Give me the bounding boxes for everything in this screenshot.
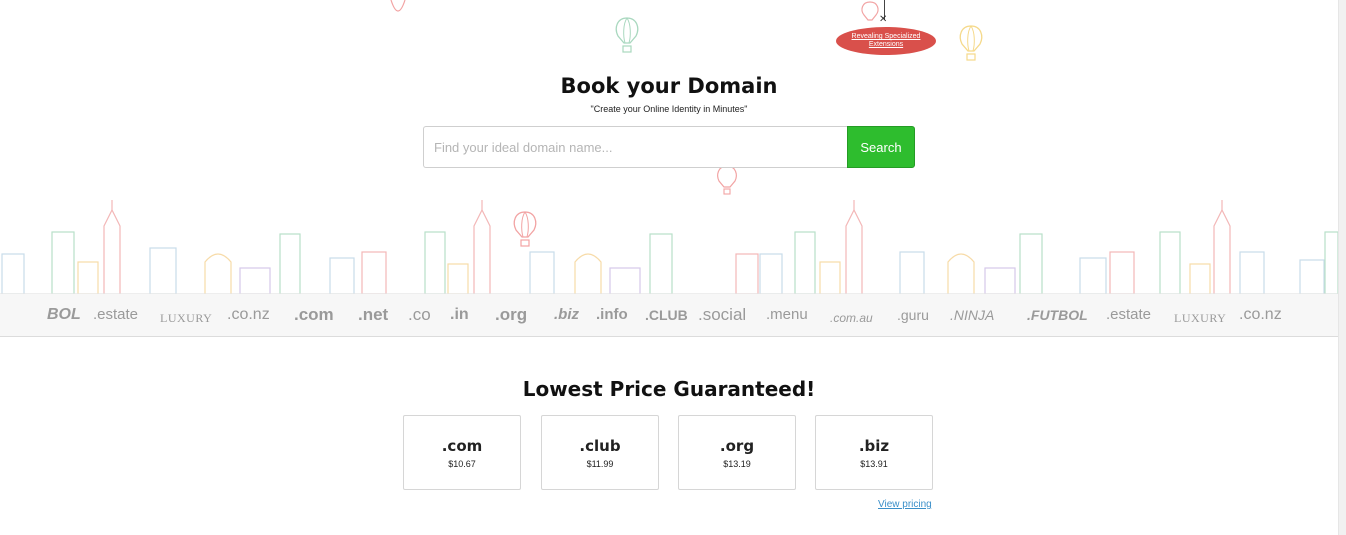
- tld-logo: .NINJA: [950, 307, 995, 323]
- price-card-amount: $13.19: [723, 459, 751, 469]
- domain-search-input[interactable]: [423, 126, 847, 168]
- tld-logo: .estate: [1106, 306, 1152, 323]
- tld-logo-strip: BOL .estate LUXURY .co.nz .com .net .co …: [0, 294, 1338, 337]
- page-title: Book your Domain: [560, 74, 778, 98]
- city-skyline-illustration: [0, 200, 1339, 295]
- price-card-extension: .org: [719, 437, 755, 455]
- price-card-extension: .club: [579, 437, 621, 455]
- bow-icon: ✕: [879, 14, 888, 25]
- tld-logo: .com: [294, 305, 334, 324]
- tld-logo: .co.nz: [227, 306, 270, 323]
- tld-logo: .in: [450, 306, 469, 323]
- price-card-amount: $11.99: [586, 459, 614, 469]
- tld-logo: .guru: [897, 307, 929, 323]
- tld-logo: .menu: [766, 306, 808, 323]
- pricing-title: Lowest Price Guaranteed!: [522, 377, 816, 401]
- price-card-amount: $10.67: [448, 459, 476, 469]
- balloon-icon: [959, 25, 983, 61]
- tld-logo: .social: [698, 305, 747, 324]
- tld-logo: LUXURY: [1174, 311, 1227, 325]
- promo-tag: Revealing Specialized Extensions: [836, 27, 936, 55]
- tld-logo: BOL: [47, 306, 81, 323]
- price-card-com[interactable]: .com $10.67: [403, 415, 521, 490]
- tld-logo: .org: [495, 305, 528, 324]
- price-card-org[interactable]: .org $13.19: [678, 415, 796, 490]
- tld-logo: .estate: [93, 306, 139, 323]
- promo-link[interactable]: Revealing Specialized Extensions: [846, 33, 926, 49]
- promo-hanging-tag: ✕ Revealing Specialized Extensions: [836, 0, 936, 60]
- balloon-icon: [615, 17, 639, 53]
- price-card-club[interactable]: .club $11.99: [541, 415, 659, 490]
- balloon-icon: [390, 0, 406, 12]
- view-pricing-link[interactable]: View pricing: [878, 499, 932, 510]
- price-card-extension: .biz: [858, 437, 890, 455]
- tld-logo: LUXURY: [160, 311, 213, 325]
- domain-search-form: Search: [423, 126, 915, 168]
- tld-logo: .CLUB: [645, 307, 688, 323]
- price-card-biz[interactable]: .biz $13.91: [815, 415, 933, 490]
- tld-logo: .info: [596, 306, 628, 323]
- tld-logo: .biz: [554, 306, 579, 323]
- price-card-extension: .com: [441, 437, 483, 455]
- price-card-amount: $13.91: [860, 459, 888, 469]
- search-button[interactable]: Search: [847, 126, 915, 168]
- tld-logo: .FUTBOL: [1027, 307, 1088, 323]
- tld-logo: .com.au: [830, 311, 873, 325]
- tld-logo: .co.nz: [1239, 306, 1282, 323]
- balloon-icon: [717, 165, 737, 195]
- tld-logo: .co: [408, 305, 431, 324]
- scrollbar[interactable]: [1338, 0, 1346, 535]
- tld-logo: .net: [358, 305, 389, 324]
- page-subtitle: "Create your Online Identity in Minutes": [590, 104, 748, 114]
